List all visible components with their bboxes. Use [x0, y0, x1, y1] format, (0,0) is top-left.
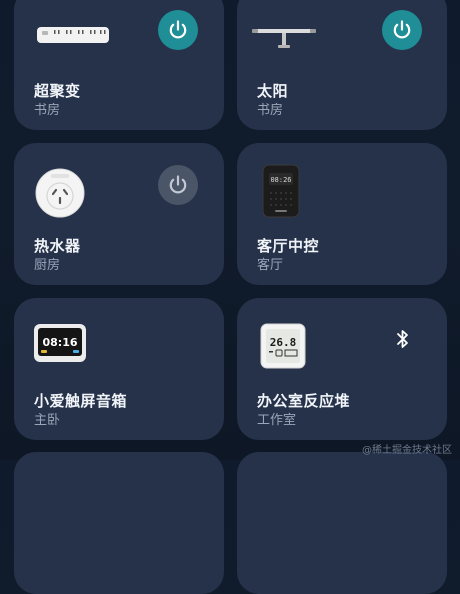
- device-name: 热水器: [34, 237, 81, 255]
- device-room: 厨房: [34, 258, 61, 273]
- device-name: 超聚变: [34, 82, 81, 100]
- device-card-smart-speaker[interactable]: 08:26 客厅中控 客厅: [237, 143, 447, 285]
- device-name: 办公室反应堆: [257, 392, 351, 410]
- device-card-monitor-light[interactable]: 太阳 书房: [237, 0, 447, 130]
- device-room: 客厅: [257, 258, 284, 273]
- speaker-clock: 08:26: [270, 176, 291, 184]
- device-card-smart-plug[interactable]: 热水器 厨房: [14, 143, 224, 285]
- smart-speaker-icon: 08:26: [262, 164, 300, 218]
- power-icon: [393, 20, 411, 39]
- power-icon: [169, 20, 187, 39]
- device-card-power-strip[interactable]: 超聚变 书房: [14, 0, 224, 130]
- bluetooth-icon: [397, 330, 408, 348]
- temperature-readout: 26.8: [270, 336, 297, 349]
- power-button[interactable]: [158, 165, 198, 205]
- device-card-touchscreen-speaker[interactable]: 08:16 小爱触屏音箱 主卧: [14, 298, 224, 440]
- power-icon: [169, 175, 187, 194]
- monitor-light-bar-icon: [252, 29, 316, 48]
- device-name: 太阳: [257, 82, 289, 100]
- smart-plug-icon: [35, 168, 85, 218]
- device-room: 主卧: [34, 413, 61, 428]
- device-room: 工作室: [257, 413, 297, 428]
- device-room: 书房: [34, 103, 61, 118]
- device-room: 书房: [257, 103, 284, 118]
- screen-clock: 08:16: [42, 336, 77, 349]
- watermark: @稀土掘金技术社区: [362, 445, 452, 456]
- device-card-partial[interactable]: [237, 452, 447, 594]
- device-name: 小爱触屏音箱: [34, 392, 128, 410]
- device-card-thermo-hygrometer[interactable]: 26.8 办公室反应堆 工作室: [237, 298, 447, 440]
- power-strip-icon: [37, 27, 109, 43]
- touchscreen-speaker-icon: 08:16: [34, 324, 86, 362]
- device-name: 客厅中控: [257, 237, 320, 255]
- device-card-partial[interactable]: [14, 452, 224, 594]
- power-button[interactable]: [382, 10, 422, 50]
- power-button[interactable]: [158, 10, 198, 50]
- thermo-hygrometer-icon: 26.8: [260, 323, 306, 369]
